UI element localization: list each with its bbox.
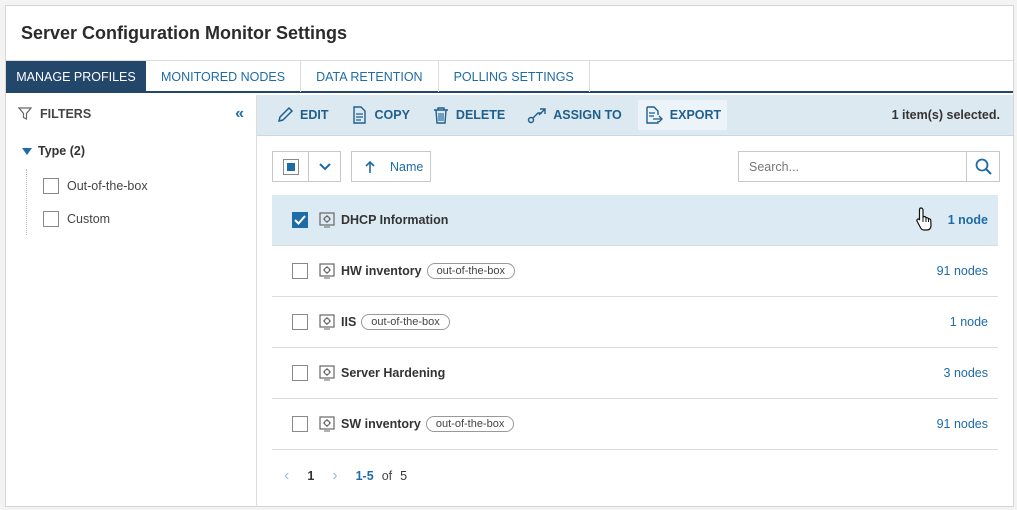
profile-node-count[interactable]: 1 node bbox=[948, 213, 988, 227]
row-checkbox[interactable] bbox=[292, 365, 308, 381]
profile-node-count[interactable]: 91 nodes bbox=[937, 264, 988, 278]
profile-row-iis[interactable]: IIS out-of-the-box 1 node bbox=[272, 297, 998, 348]
page-range: 1-5 bbox=[355, 469, 374, 483]
settings-window: Server Configuration Monitor Settings MA… bbox=[5, 5, 1014, 507]
pagination: ‹ 1 › 1-5 of 5 bbox=[272, 461, 407, 491]
caret-down-icon bbox=[22, 147, 32, 155]
filters-title: FILTERS bbox=[40, 107, 92, 121]
profile-name: SW inventory bbox=[341, 417, 421, 431]
sort-by-name-button[interactable]: Name bbox=[351, 151, 431, 182]
current-page[interactable]: 1 bbox=[301, 469, 320, 483]
filter-out-of-the-box[interactable]: Out-of-the-box bbox=[43, 169, 256, 202]
next-page-icon[interactable]: › bbox=[320, 467, 349, 485]
list-controls: Name bbox=[257, 136, 1013, 196]
row-checkbox[interactable] bbox=[292, 212, 308, 228]
content-area: FILTERS « Type (2) Out-of-the-box Custom bbox=[6, 95, 1013, 506]
prev-page-icon[interactable]: ‹ bbox=[272, 467, 301, 485]
profile-type-badge: out-of-the-box bbox=[426, 263, 516, 279]
row-checkbox[interactable] bbox=[292, 263, 308, 279]
selection-count: 1 item(s) selected. bbox=[891, 108, 1000, 122]
profile-icon bbox=[319, 314, 335, 330]
row-checkbox[interactable] bbox=[292, 416, 308, 432]
assign-icon bbox=[528, 108, 546, 124]
export-button[interactable]: EXPORT bbox=[637, 100, 728, 130]
copy-document-icon bbox=[353, 106, 367, 124]
page-total: 5 bbox=[400, 469, 408, 483]
profile-row-sw-inventory[interactable]: SW inventory out-of-the-box 91 nodes bbox=[272, 399, 998, 450]
profiles-panel: EDIT COPY DELETE ASSIGN TO EXPORT 1 item… bbox=[257, 95, 1013, 506]
select-all-checkbox[interactable] bbox=[273, 152, 309, 181]
filter-group-label: Type (2) bbox=[38, 144, 85, 158]
filter-checkbox[interactable] bbox=[43, 210, 59, 227]
trash-icon bbox=[433, 107, 448, 124]
profile-row-server-hardening[interactable]: Server Hardening 3 nodes bbox=[272, 348, 998, 399]
profile-icon bbox=[319, 365, 335, 381]
profile-type-badge: out-of-the-box bbox=[425, 416, 515, 432]
profile-icon bbox=[319, 212, 335, 228]
hand-pointer-cursor-icon bbox=[916, 207, 932, 231]
select-options-dropdown[interactable] bbox=[309, 152, 340, 181]
bulk-select-control bbox=[272, 151, 341, 182]
tab-monitored-nodes[interactable]: MONITORED NODES bbox=[146, 61, 302, 92]
search-button[interactable] bbox=[966, 152, 999, 181]
tab-manage-profiles[interactable]: MANAGE PROFILES bbox=[6, 61, 146, 92]
filter-group-type[interactable]: Type (2) bbox=[6, 133, 256, 169]
profile-name: HW inventory bbox=[341, 264, 422, 278]
filter-custom[interactable]: Custom bbox=[43, 202, 256, 235]
tab-data-retention[interactable]: DATA RETENTION bbox=[301, 61, 439, 92]
page-title: Server Configuration Monitor Settings bbox=[21, 22, 348, 43]
export-document-icon bbox=[646, 106, 663, 124]
chevron-down-icon bbox=[318, 162, 331, 170]
profile-icon bbox=[319, 263, 335, 279]
arrow-up-icon bbox=[365, 160, 375, 173]
tab-bar: MANAGE PROFILES MONITORED NODES DATA RET… bbox=[6, 60, 1013, 93]
action-toolbar: EDIT COPY DELETE ASSIGN TO EXPORT 1 item… bbox=[257, 95, 1013, 136]
filters-header: FILTERS bbox=[6, 95, 256, 133]
profile-name: DHCP Information bbox=[341, 213, 449, 227]
delete-button[interactable]: DELETE bbox=[426, 100, 511, 130]
funnel-icon bbox=[18, 107, 32, 120]
edit-label: EDIT bbox=[300, 108, 329, 122]
filter-checkbox[interactable] bbox=[43, 177, 59, 194]
sort-label: Name bbox=[390, 159, 424, 174]
copy-button[interactable]: COPY bbox=[344, 100, 415, 130]
profile-row-dhcp-information[interactable]: DHCP Information 1 node bbox=[272, 195, 998, 246]
search-input[interactable] bbox=[739, 152, 966, 181]
checkmark-icon bbox=[294, 215, 306, 225]
export-label: EXPORT bbox=[669, 108, 722, 122]
profile-type-badge: out-of-the-box bbox=[361, 314, 450, 330]
delete-label: DELETE bbox=[455, 108, 506, 122]
copy-label: COPY bbox=[374, 108, 410, 122]
tab-polling-settings[interactable]: POLLING SETTINGS bbox=[439, 61, 590, 92]
profile-node-count[interactable]: 1 node bbox=[950, 315, 988, 329]
profile-row-hw-inventory[interactable]: HW inventory out-of-the-box 91 nodes bbox=[272, 246, 998, 297]
pencil-icon bbox=[277, 106, 294, 123]
filter-label: Out-of-the-box bbox=[67, 178, 148, 193]
edit-button[interactable]: EDIT bbox=[270, 100, 334, 130]
filter-group-items: Out-of-the-box Custom bbox=[26, 169, 256, 235]
profile-node-count[interactable]: 91 nodes bbox=[937, 417, 988, 431]
title-bar: Server Configuration Monitor Settings bbox=[6, 6, 1013, 60]
profile-node-count[interactable]: 3 nodes bbox=[944, 366, 988, 380]
profile-list: DHCP Information 1 node HW inventory out… bbox=[272, 195, 998, 450]
search-box bbox=[738, 151, 1000, 182]
partial-check-icon bbox=[282, 158, 299, 175]
filters-sidebar: FILTERS « Type (2) Out-of-the-box Custom bbox=[6, 95, 257, 506]
row-checkbox[interactable] bbox=[292, 314, 308, 330]
page-of-label: of bbox=[381, 469, 393, 483]
search-icon bbox=[975, 158, 992, 175]
assign-to-label: ASSIGN TO bbox=[553, 108, 622, 122]
profile-icon bbox=[319, 416, 335, 432]
profile-name: IIS bbox=[341, 315, 357, 329]
profile-name: Server Hardening bbox=[341, 366, 446, 380]
assign-to-button[interactable]: ASSIGN TO bbox=[521, 100, 628, 130]
collapse-sidebar-icon[interactable]: « bbox=[235, 105, 244, 123]
filter-label: Custom bbox=[67, 211, 111, 226]
